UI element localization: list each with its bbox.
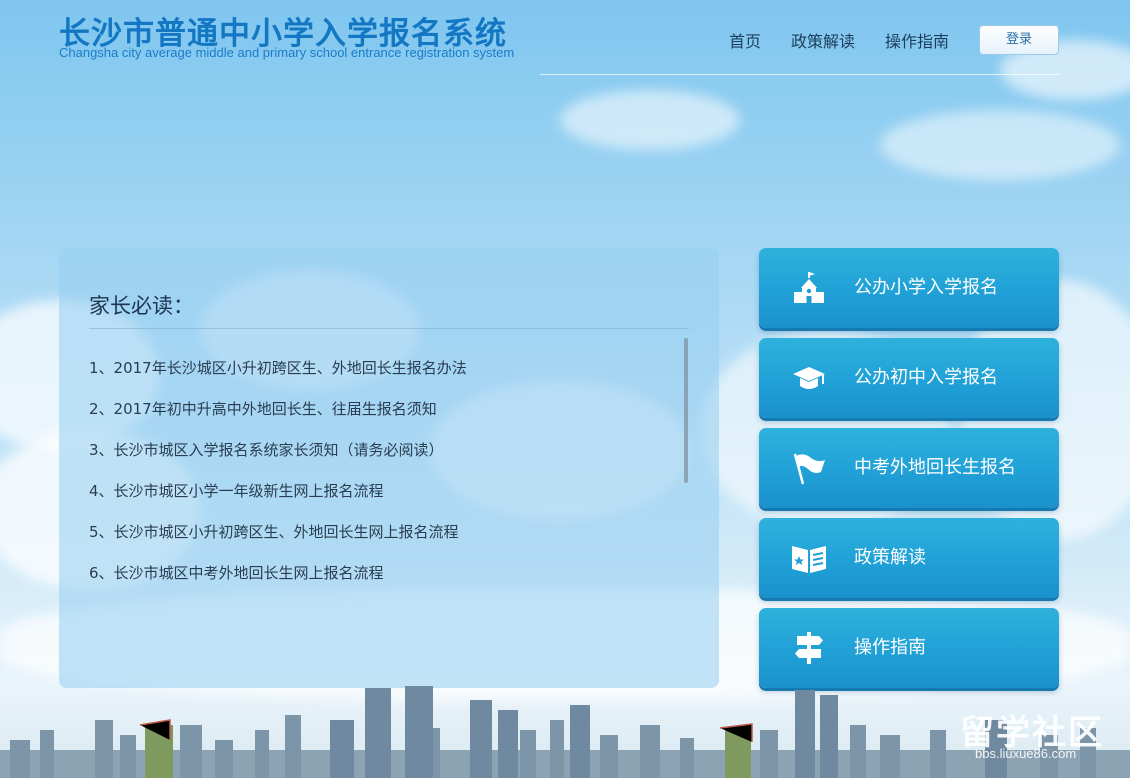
parent-notice-panel: 家长必读： 1、2017年长沙城区小升初跨区生、外地回长生报名办法 2、2017…: [59, 248, 719, 688]
notice-divider: [89, 328, 689, 329]
notice-list: 1、2017年长沙城区小升初跨区生、外地回长生报名办法 2、2017年初中升高中…: [89, 357, 467, 603]
out-of-town-exam-registration-button[interactable]: 中考外地回长生报名: [759, 428, 1059, 508]
signpost-icon: [795, 632, 823, 664]
notice-item[interactable]: 2、2017年初中升高中外地回长生、往届生报名须知: [89, 398, 467, 439]
notice-title: 家长必读：: [89, 294, 194, 318]
nav-home-link[interactable]: 首页: [729, 28, 761, 52]
action-label: 公办初中入学报名: [854, 367, 998, 388]
notice-item[interactable]: 6、长沙市城区中考外地回长生网上报名流程: [89, 562, 467, 603]
action-label: 公办小学入学报名: [854, 277, 998, 298]
notice-item[interactable]: 5、长沙市城区小升初跨区生、外地回长生网上报名流程: [89, 521, 467, 562]
operation-guide-button[interactable]: 操作指南: [759, 608, 1059, 688]
notice-item[interactable]: 3、长沙市城区入学报名系统家长须知（请务必阅读）: [89, 439, 467, 480]
login-button[interactable]: 登录: [979, 25, 1059, 55]
cloud: [880, 110, 1120, 180]
open-book-icon: [792, 546, 826, 573]
notice-item[interactable]: 4、长沙市城区小学一年级新生网上报名流程: [89, 480, 467, 521]
notice-item[interactable]: 1、2017年长沙城区小升初跨区生、外地回长生报名办法: [89, 357, 467, 398]
site-subtitle-en: Changsha city average middle and primary…: [59, 45, 515, 60]
notice-scrollbar[interactable]: [684, 338, 688, 483]
junior-high-registration-button[interactable]: 公办初中入学报名: [759, 338, 1059, 418]
nav-guide-link[interactable]: 操作指南: [885, 28, 949, 52]
watermark-url: bbs.liuxue86.com: [975, 746, 1077, 761]
cloud: [560, 90, 740, 150]
header: 长沙市普通中小学入学报名系统 Changsha city average mid…: [0, 0, 1130, 76]
notice-scrollbar-thumb[interactable]: [684, 338, 688, 483]
nav-policy-link[interactable]: 政策解读: [791, 28, 855, 52]
flag-icon: [793, 453, 825, 485]
school-building-icon: [794, 272, 824, 303]
policy-interpretation-button[interactable]: 政策解读: [759, 518, 1059, 598]
action-label: 政策解读: [854, 547, 926, 568]
graduation-cap-icon: [793, 367, 825, 389]
header-divider: [540, 74, 1060, 75]
primary-school-registration-button[interactable]: 公办小学入学报名: [759, 248, 1059, 328]
action-label: 操作指南: [854, 637, 926, 658]
action-label: 中考外地回长生报名: [854, 457, 1016, 478]
